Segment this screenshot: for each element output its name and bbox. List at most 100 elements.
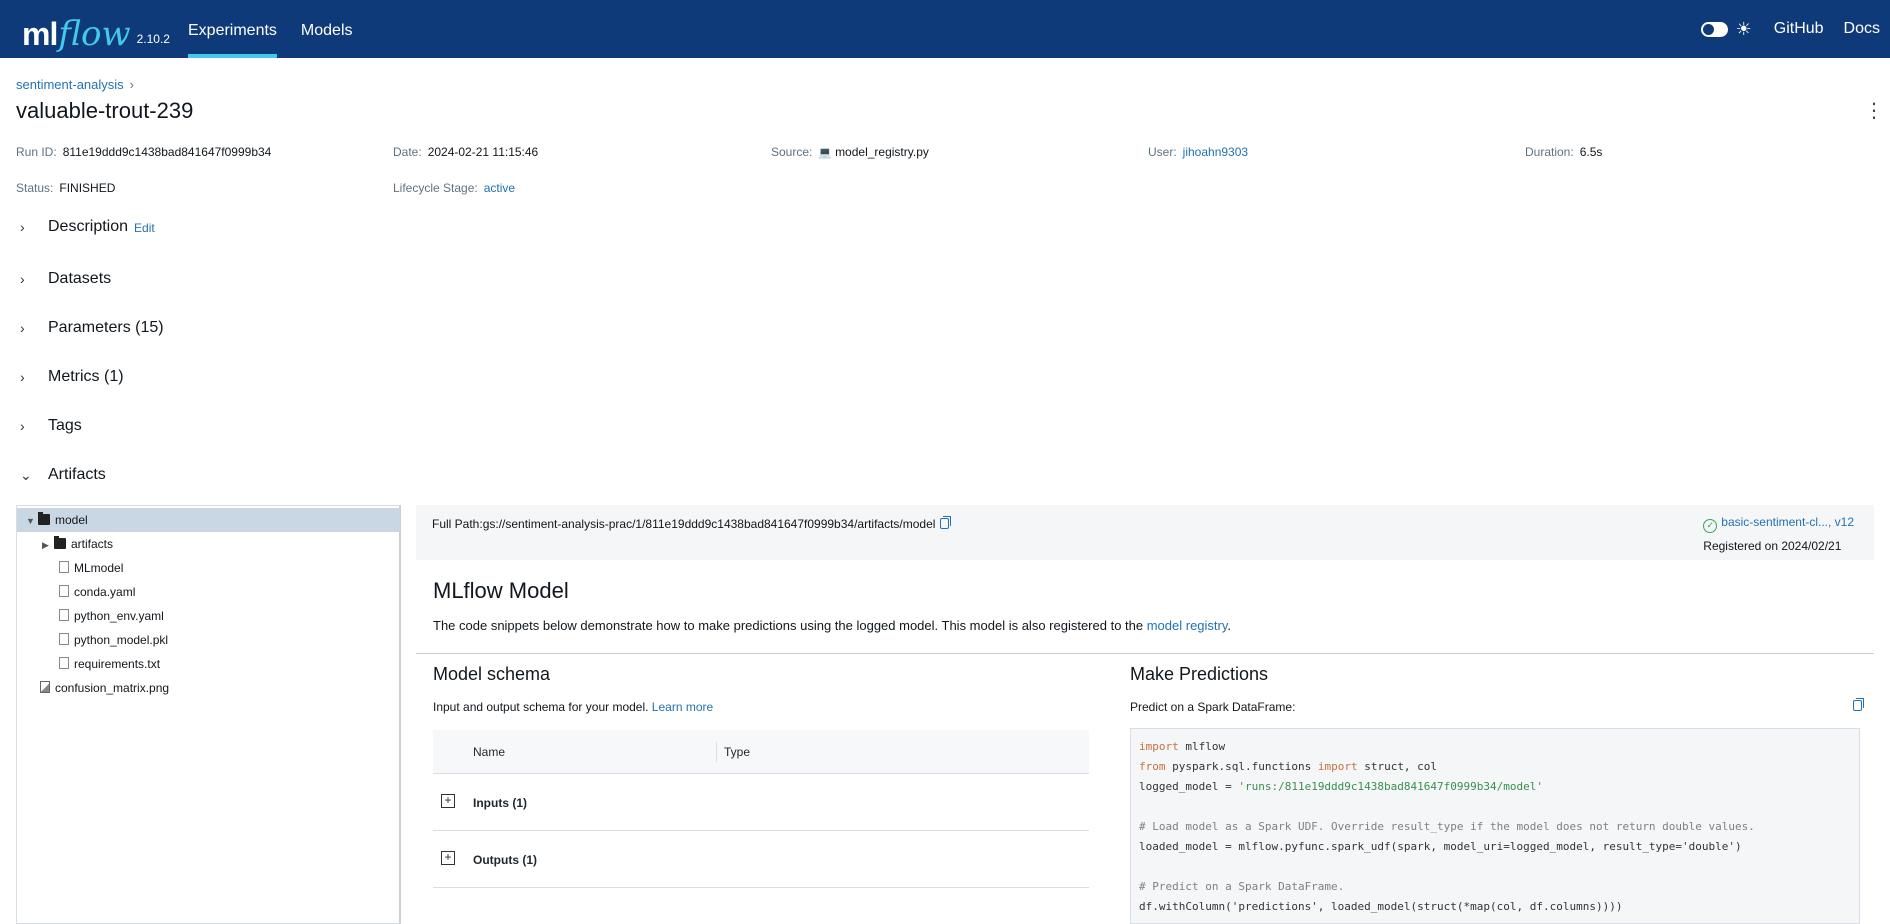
artifact-tree: ▼ model ▶ artifacts MLmodel conda.yaml pyt…	[16, 505, 401, 924]
tree-item-label: confusion_matrix.png	[55, 681, 170, 695]
section-datasets[interactable]: › Datasets	[20, 270, 111, 288]
duration-field: Duration: 6.5s	[1525, 145, 1602, 159]
file-icon	[59, 585, 69, 597]
section-parameters-label: Parameters (15)	[48, 319, 164, 336]
section-tags[interactable]: › Tags	[20, 417, 82, 435]
code-keyword: import	[1139, 740, 1179, 753]
main-nav: Experiments Models	[188, 0, 377, 58]
status-value: FINISHED	[59, 181, 116, 195]
github-link[interactable]: GitHub	[1774, 20, 1824, 38]
section-metrics[interactable]: › Metrics (1)	[20, 368, 124, 386]
full-path: Full Path:gs://sentiment-analysis-prac/1…	[432, 516, 952, 531]
tree-item-requirements-txt[interactable]: requirements.txt	[17, 652, 400, 676]
logo-ml-text: ml	[22, 16, 58, 52]
duration-label: Duration:	[1525, 145, 1574, 159]
sun-icon: ☀	[1735, 18, 1752, 39]
duration-value: 6.5s	[1579, 145, 1603, 159]
code-text: struct, col	[1357, 760, 1438, 773]
status-label: Status:	[16, 181, 54, 195]
divider	[416, 653, 1874, 654]
page-title: valuable-trout-239	[16, 98, 194, 123]
section-artifacts-label: Artifacts	[48, 466, 106, 483]
mlflow-logo[interactable]: ml flow 2.10.2	[22, 4, 170, 54]
triangle-right-icon[interactable]: ▶	[42, 533, 54, 557]
docs-link[interactable]: Docs	[1844, 20, 1880, 38]
run-id-label: Run ID:	[16, 145, 57, 159]
column-name-header: Name	[473, 745, 506, 759]
tree-item-artifacts[interactable]: ▶ artifacts	[17, 532, 400, 556]
tree-item-conda-yaml[interactable]: conda.yaml	[17, 580, 400, 604]
copy-icon[interactable]	[940, 516, 952, 529]
user-link[interactable]: jihoahn9303	[1183, 145, 1248, 159]
full-path-text: Full Path:gs://sentiment-analysis-prac/1…	[432, 517, 936, 531]
file-icon	[59, 657, 69, 669]
source-field: Source: 💻 model_registry.py	[771, 145, 929, 159]
description-text: The code snippets below demonstrate how …	[433, 618, 1147, 633]
tree-item-label: requirements.txt	[74, 657, 161, 671]
schema-row-inputs[interactable]: + Inputs (1)	[433, 774, 1089, 831]
model-schema-title: Model schema	[433, 664, 551, 684]
lifecycle-value[interactable]: active	[484, 181, 515, 195]
folder-icon	[54, 536, 66, 549]
tree-item-python-model-pkl[interactable]: python_model.pkl	[17, 628, 400, 652]
top-navbar: ml flow 2.10.2 Experiments Models ☀ GitH…	[0, 0, 1890, 58]
check-circle-icon: ✓	[1703, 519, 1718, 533]
theme-toggle[interactable]	[1700, 21, 1728, 37]
tree-item-python-env-yaml[interactable]: python_env.yaml	[17, 604, 400, 628]
breadcrumb-experiment-link[interactable]: sentiment-analysis	[16, 77, 124, 92]
registered-model-link[interactable]: basic-sentiment-cl..., v12	[1721, 515, 1854, 529]
expand-plus-icon[interactable]: +	[441, 794, 455, 808]
code-snippet: import mlflow from pyspark.sql.functions…	[1130, 728, 1860, 924]
tree-item-mlmodel[interactable]: MLmodel	[17, 556, 400, 580]
registered-date: Registered on 2024/02/21	[1703, 539, 1842, 553]
code-text: logged_model =	[1139, 780, 1239, 793]
code-line: df.withColumn('predictions', loaded_mode…	[1139, 900, 1623, 913]
more-options-icon[interactable]: ⋮	[1864, 100, 1884, 122]
date-value: 2024-02-21 11:15:46	[427, 145, 539, 159]
nav-models[interactable]: Models	[301, 0, 353, 58]
edit-description-link[interactable]: Edit	[134, 221, 155, 235]
schema-row-outputs[interactable]: + Outputs (1)	[433, 831, 1089, 888]
tree-item-label: conda.yaml	[74, 585, 136, 599]
code-line: import mlflow	[1139, 737, 1851, 757]
version-label: 2.10.2	[136, 32, 170, 46]
code-line: from pyspark.sql.functions import struct…	[1139, 757, 1851, 777]
learn-more-link[interactable]: Learn more	[652, 700, 713, 714]
schema-table: Name Type + Inputs (1) + Outputs (1)	[433, 730, 1089, 888]
user-field: User: jihoahn9303	[1148, 145, 1248, 159]
code-keyword: from	[1139, 760, 1166, 773]
chevron-down-icon: ⌄	[20, 466, 32, 483]
section-artifacts[interactable]: ⌄ Artifacts	[20, 466, 106, 484]
section-tags-label: Tags	[48, 417, 82, 434]
image-file-icon	[40, 681, 50, 693]
inputs-label: Inputs (1)	[473, 796, 527, 810]
status-field: Status: FINISHED	[16, 181, 115, 195]
section-metrics-label: Metrics (1)	[48, 368, 124, 385]
section-description[interactable]: › Description Edit	[20, 218, 155, 236]
tree-item-confusion-matrix[interactable]: confusion_matrix.png	[17, 676, 400, 700]
tree-item-label: MLmodel	[74, 561, 124, 575]
source-label: Source:	[771, 145, 813, 159]
section-parameters[interactable]: › Parameters (15)	[20, 319, 164, 337]
nav-experiments[interactable]: Experiments	[188, 0, 277, 58]
header-right: ☀ GitHub Docs	[1700, 0, 1890, 58]
file-icon	[59, 633, 69, 645]
schema-table-header: Name Type	[433, 730, 1089, 774]
model-registry-link[interactable]: model registry	[1147, 618, 1228, 633]
model-schema-description: Input and output schema for your model. …	[433, 700, 713, 714]
tree-item-label: model	[55, 513, 88, 527]
column-separator	[716, 742, 717, 762]
expand-plus-icon[interactable]: +	[441, 851, 455, 865]
tree-item-label: artifacts	[71, 537, 114, 551]
folder-icon	[38, 512, 50, 525]
triangle-down-icon[interactable]: ▼	[26, 509, 38, 533]
tree-item-label: python_model.pkl	[74, 633, 169, 647]
file-icon	[59, 561, 69, 573]
description-end: .	[1227, 618, 1232, 633]
copy-code-icon[interactable]	[1853, 698, 1864, 711]
tree-item-model[interactable]: ▼ model	[17, 508, 400, 532]
user-label: User:	[1148, 145, 1177, 159]
date-field: Date: 2024-02-21 11:15:46	[393, 145, 538, 159]
section-description-label: Description	[48, 218, 129, 235]
